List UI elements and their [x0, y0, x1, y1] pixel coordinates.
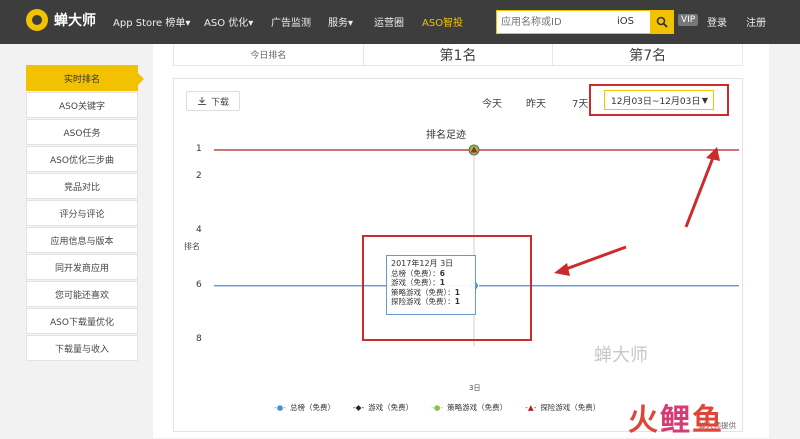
sidebar-item-aso-download-optimization[interactable]: ASO下载量优化: [26, 308, 138, 334]
legend-item-strategy[interactable]: -●- 策略游戏（免费）: [431, 402, 507, 413]
login-link[interactable]: 登录: [707, 14, 727, 29]
nav-ad-monitoring[interactable]: 广告监测: [271, 14, 311, 29]
legend-marker-icon: -●-: [431, 403, 444, 412]
search-box: iOS: [496, 10, 674, 34]
rank-label: 今日排名: [174, 44, 364, 65]
sidebar-item-downloads-revenue[interactable]: 下载量与收入: [26, 335, 138, 361]
nav-operations-circle[interactable]: 运营圈: [374, 14, 404, 29]
footer-brand-logo: 火鲤鱼: [628, 403, 724, 438]
annotation-arrow-line: [684, 154, 716, 228]
chart-legend: -●- 总榜（免费） -◆- 游戏（免费） -●- 策略游戏（免费） -▲- 探险游戏（…: [274, 402, 600, 413]
main-content: 今日排名 第1名 第7名 下载 今天 昨天 7天 12月03日~12月03日 ▼…: [153, 44, 769, 438]
vip-badge[interactable]: VIP: [678, 14, 699, 26]
annotation-box-tooltip: [362, 235, 532, 341]
search-input[interactable]: [501, 14, 611, 30]
rank-value-2: 第7名: [629, 47, 667, 64]
annotation-arrow-line: [565, 245, 627, 271]
ranking-chart-panel: 下载 今天 昨天 7天 12月03日~12月03日 ▼ 排名足迹 排名 1246…: [173, 78, 743, 432]
sidebar-item-app-info-versions[interactable]: 应用信息与版本: [26, 227, 138, 253]
watermark-text: 蝉大师: [594, 345, 648, 366]
sidebar-item-ratings-reviews[interactable]: 评分与评论: [26, 200, 138, 226]
y-tick-label: 1: [196, 144, 202, 154]
annotation-arrowhead: [706, 147, 720, 161]
y-tick-label: 8: [196, 334, 202, 344]
sidebar-item-aso-tasks[interactable]: ASO任务: [26, 119, 138, 145]
legend-item-total[interactable]: -●- 总榜（免费）: [274, 402, 335, 413]
sidebar-item-realtime-ranking[interactable]: 实时排名: [26, 65, 144, 91]
legend-item-games[interactable]: -◆- 游戏（免费）: [353, 402, 413, 413]
legend-marker-icon: -◆-: [352, 403, 365, 412]
legend-marker-icon: -▲-: [525, 403, 537, 412]
sidebar: 实时排名 ASO关键字 ASO任务 ASO优化三步曲 竞品对比 评分与评论 应用…: [26, 65, 144, 362]
search-button[interactable]: [650, 10, 674, 34]
sidebar-item-aso-three-steps[interactable]: ASO优化三步曲: [26, 146, 138, 172]
sidebar-item-same-developer-apps[interactable]: 同开发商应用: [26, 254, 138, 280]
cicada-logo-icon: [26, 9, 48, 31]
x-tick-label: 3日: [469, 384, 481, 392]
nav-aso-optimization[interactable]: ASO 优化▾: [204, 14, 253, 29]
nav-app-store-ranking[interactable]: App Store 榜单▾: [113, 14, 190, 29]
sidebar-item-competitor-compare[interactable]: 竞品对比: [26, 173, 138, 199]
rank-summary-row: 今日排名 第1名 第7名: [173, 44, 743, 66]
annotation-arrowhead: [554, 263, 570, 276]
platform-select[interactable]: iOS: [617, 16, 634, 27]
y-tick-label: 6: [196, 279, 202, 290]
nav-services[interactable]: 服务▾: [328, 14, 353, 29]
legend-marker-icon: -●-: [274, 403, 286, 412]
search-icon: [656, 16, 668, 28]
legend-item-adventure[interactable]: -▲- 探险游戏（免费）: [525, 402, 600, 413]
sidebar-item-aso-keywords[interactable]: ASO关键字: [26, 92, 138, 118]
y-tick-label: 4: [196, 225, 202, 236]
logo[interactable]: 蝉大师: [26, 9, 96, 31]
logo-text: 蝉大师: [54, 13, 96, 29]
sidebar-item-you-may-like[interactable]: 您可能还喜欢: [26, 281, 138, 307]
rank-value-1: 第1名: [364, 44, 554, 65]
register-link[interactable]: 注册: [746, 14, 766, 29]
top-navbar: 蝉大师 App Store 榜单▾ ASO 优化▾ 广告监测 服务▾ 运营圈 A…: [0, 0, 800, 44]
nav-aso-smart-invest[interactable]: ASO智投: [422, 14, 463, 29]
y-tick-label: 2: [196, 171, 202, 182]
